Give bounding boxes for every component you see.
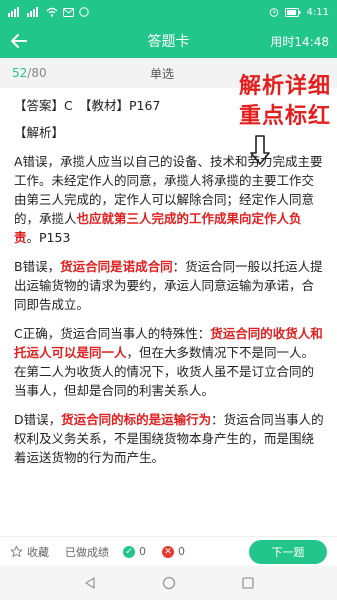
- analysis-text: B错误，: [14, 259, 61, 274]
- signal-icon-2: [27, 7, 38, 17]
- correct-count: ✓ 0: [123, 545, 146, 558]
- status-time: 4:11: [306, 6, 329, 18]
- analysis-para-c: C正确，货运合同当事人的特殊性：货运合同的收货人和托运人可以是同一人，但在大多数…: [14, 324, 326, 400]
- wifi-icon: [46, 7, 58, 17]
- done-score-label: 已做成绩: [65, 545, 109, 559]
- cross-icon: ✕: [162, 545, 174, 558]
- system-nav-bar: [0, 566, 337, 600]
- nav-back-icon[interactable]: [83, 576, 97, 590]
- analysis-para-b: B错误，货运合同是诺成合同：货运合同一般以托运人提出运输货物的请求为要约，承运人…: [14, 257, 326, 314]
- analysis-text: C正确，货运合同当事人的特殊性：: [14, 326, 211, 341]
- question-type-label: 单选: [150, 66, 175, 81]
- highlight-text: 货运合同是诺成合同: [60, 259, 173, 274]
- status-icons-left: [8, 7, 89, 17]
- promo-overlay-text: 解析详细 重点标红: [239, 72, 331, 132]
- nav-home-icon[interactable]: [162, 576, 176, 590]
- promo-line-1: 解析详细: [238, 74, 331, 99]
- bottom-action-bar: 收藏 已做成绩 ✓ 0 ✕ 0 下一题: [0, 536, 337, 566]
- app-notify-icon: [79, 7, 89, 17]
- message-icon: [63, 7, 74, 17]
- promo-line-2: 重点标红: [238, 104, 331, 129]
- star-icon: [10, 545, 23, 558]
- analysis-text: 。P153: [26, 230, 71, 245]
- status-icons-right: 4:11: [269, 7, 329, 18]
- timer-label: 用时14:48: [270, 34, 329, 49]
- favorite-label: 收藏: [27, 545, 49, 559]
- nav-recents-icon[interactable]: [241, 576, 255, 590]
- back-arrow-icon: [11, 34, 27, 48]
- status-bar: 4:11: [0, 0, 337, 24]
- progress-current: 52: [12, 66, 28, 80]
- favorite-button[interactable]: 收藏: [10, 544, 49, 560]
- next-question-button[interactable]: 下一题: [249, 539, 327, 564]
- alarm-icon: [269, 8, 278, 17]
- check-icon: ✓: [123, 545, 135, 558]
- wrong-count-value: 0: [178, 545, 185, 558]
- back-button[interactable]: [0, 24, 38, 58]
- analysis-para-d: D错误，货运合同的标的是运输行为：货运合同当事人的权利及义务关系，不是围绕货物本…: [14, 410, 326, 467]
- wrong-count: ✕ 0: [162, 545, 185, 558]
- done-score-button[interactable]: 已做成绩: [65, 544, 109, 560]
- analysis-text: D错误，: [14, 412, 62, 427]
- signal-icon: [8, 7, 19, 17]
- analysis-para-a: A错误，承揽人应当以自己的设备、技术和劳力完成主要工作。未经定作人的同意，承揽人…: [14, 152, 326, 247]
- app-header: 答题卡 用时14:48: [0, 24, 337, 58]
- correct-count-value: 0: [139, 545, 146, 558]
- battery-icon: [284, 7, 301, 17]
- down-arrow-icon: [250, 135, 270, 165]
- highlight-text: 货运合同的标的是运输行为: [61, 412, 212, 427]
- progress-total: /80: [27, 66, 47, 80]
- analysis-content: 【答案】C 【教材】P167 【解析】 A错误，承揽人应当以自己的设备、技术和劳…: [14, 92, 326, 467]
